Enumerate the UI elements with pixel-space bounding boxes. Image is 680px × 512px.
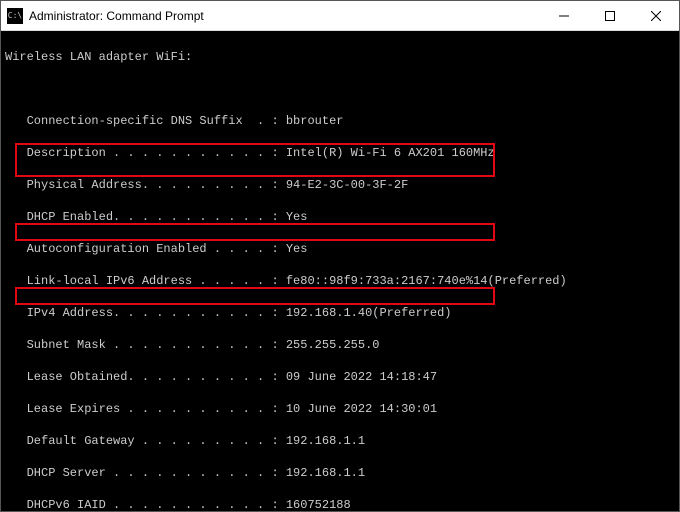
highlight-box-gateway (15, 223, 495, 241)
window-title: Administrator: Command Prompt (29, 9, 204, 23)
label: Link-local IPv6 Address . . . . . : (5, 274, 286, 288)
label: Lease Expires . . . . . . . . . . : (5, 402, 286, 416)
row-lease-obtained: Lease Obtained. . . . . . . . . . : 09 J… (5, 369, 677, 385)
value: 94-E2-3C-00-3F-2F (286, 178, 408, 192)
row-autoconfig: Autoconfiguration Enabled . . . . : Yes (5, 241, 677, 257)
titlebar[interactable]: C:\ Administrator: Command Prompt (1, 1, 679, 31)
value: bbrouter (286, 114, 344, 128)
maximize-button[interactable] (587, 1, 633, 31)
label: Physical Address. . . . . . . . . : (5, 178, 286, 192)
row-dns-suffix: Connection-specific DNS Suffix . : bbrou… (5, 113, 677, 129)
value: 192.168.1.40(Preferred) (286, 306, 452, 320)
row-linklocal-ipv6: Link-local IPv6 Address . . . . . : fe80… (5, 273, 677, 289)
label: IPv4 Address. . . . . . . . . . . : (5, 306, 286, 320)
highlight-box-dns (15, 287, 495, 305)
close-button[interactable] (633, 1, 679, 31)
label: DHCP Server . . . . . . . . . . . : (5, 466, 286, 480)
value: Yes (286, 210, 308, 224)
adapter-header: Wireless LAN adapter WiFi: (5, 49, 677, 65)
command-prompt-window: C:\ Administrator: Command Prompt Wirele… (0, 0, 680, 512)
value: 192.168.1.1 (286, 466, 365, 480)
row-dhcp-server: DHCP Server . . . . . . . . . . . : 192.… (5, 465, 677, 481)
label: DHCPv6 IAID . . . . . . . . . . . : (5, 498, 286, 511)
row-dhcp-enabled: DHCP Enabled. . . . . . . . . . . : Yes (5, 209, 677, 225)
value: 255.255.255.0 (286, 338, 380, 352)
label: Subnet Mask . . . . . . . . . . . : (5, 338, 286, 352)
label: Description . . . . . . . . . . . : (5, 146, 286, 160)
label: Default Gateway . . . . . . . . . : (5, 434, 286, 448)
value: 160752188 (286, 498, 351, 511)
value: Intel(R) Wi-Fi 6 AX201 160MHz (286, 146, 495, 160)
label: Autoconfiguration Enabled . . . . : (5, 242, 286, 256)
label: DHCP Enabled. . . . . . . . . . . : (5, 210, 286, 224)
minimize-button[interactable] (541, 1, 587, 31)
value: 10 June 2022 14:30:01 (286, 402, 437, 416)
value: 192.168.1.1 (286, 434, 365, 448)
row-ipv4-address: IPv4 Address. . . . . . . . . . . : 192.… (5, 305, 677, 321)
value: Yes (286, 242, 308, 256)
row-default-gateway: Default Gateway . . . . . . . . . : 192.… (5, 433, 677, 449)
row-lease-expires: Lease Expires . . . . . . . . . . : 10 J… (5, 401, 677, 417)
label: Connection-specific DNS Suffix . : (5, 114, 286, 128)
label: Lease Obtained. . . . . . . . . . : (5, 370, 286, 384)
value: 09 June 2022 14:18:47 (286, 370, 437, 384)
terminal-output[interactable]: Wireless LAN adapter WiFi: Connection-sp… (1, 31, 679, 511)
blank-line (5, 81, 677, 97)
value: fe80::98f9:733a:2167:740e%14(Preferred) (286, 274, 567, 288)
row-dhcpv6-iaid: DHCPv6 IAID . . . . . . . . . . . : 1607… (5, 497, 677, 511)
row-description: Description . . . . . . . . . . . : Inte… (5, 145, 677, 161)
cmd-icon: C:\ (7, 8, 23, 24)
row-physical-address: Physical Address. . . . . . . . . : 94-E… (5, 177, 677, 193)
row-subnet-mask: Subnet Mask . . . . . . . . . . . : 255.… (5, 337, 677, 353)
